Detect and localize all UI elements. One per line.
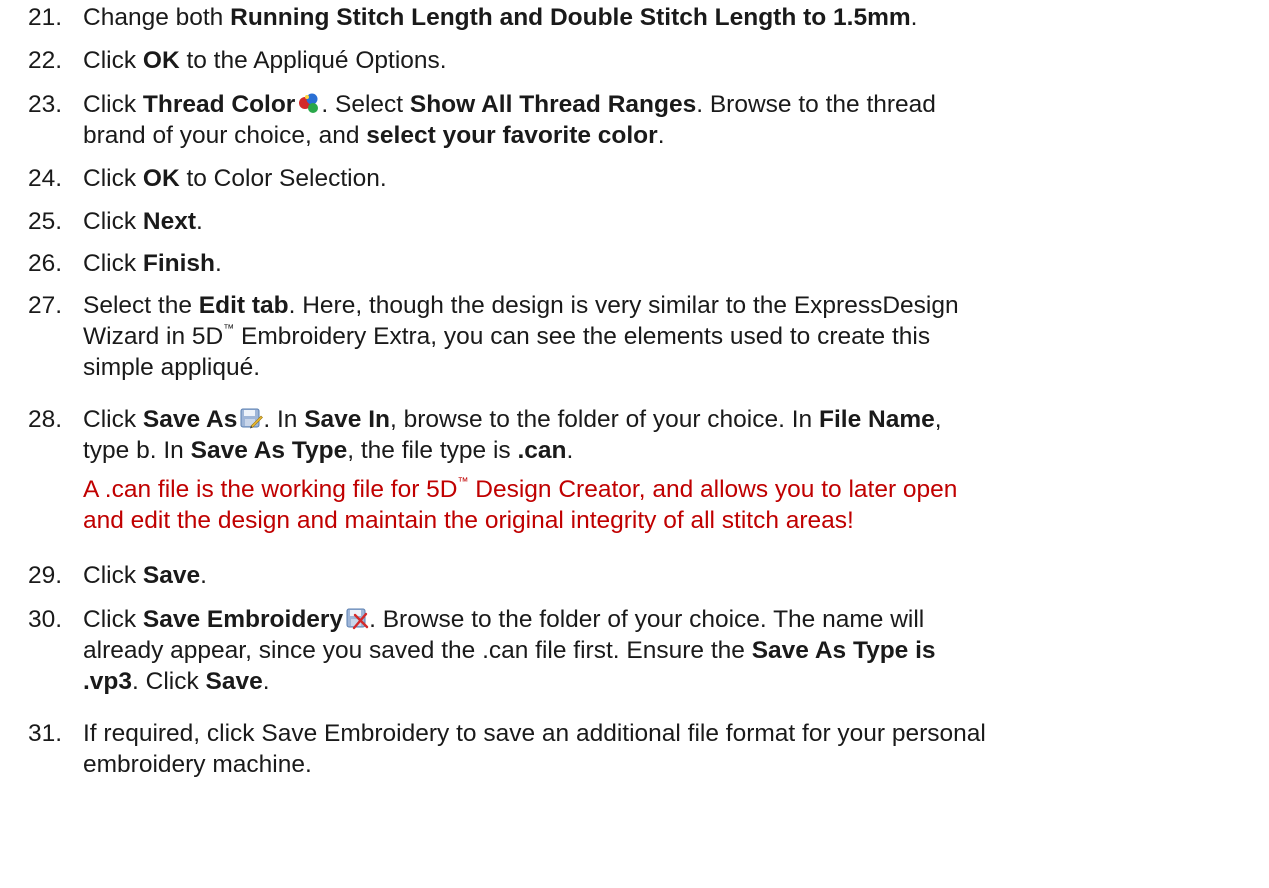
- step-number: 24.: [28, 165, 63, 192]
- save-embroidery-icon: [345, 606, 369, 630]
- step-number: 31.: [28, 720, 63, 747]
- step-number: 27.: [28, 292, 63, 319]
- thread-color-icon: [297, 91, 321, 115]
- step-number: 26.: [28, 250, 63, 277]
- save-as-icon: [239, 406, 264, 430]
- note-text: and edit the design and maintain the ori…: [83, 507, 854, 534]
- step-number: 29.: [28, 562, 63, 589]
- step-number: 30.: [28, 606, 63, 633]
- note-text: A .can file is the working file for 5D™ …: [83, 475, 958, 503]
- step-number: 25.: [28, 208, 63, 235]
- step-number: 21.: [28, 4, 63, 31]
- step-number: 23.: [28, 91, 63, 118]
- step-number: 28.: [28, 406, 63, 433]
- step-number: 22.: [28, 47, 63, 74]
